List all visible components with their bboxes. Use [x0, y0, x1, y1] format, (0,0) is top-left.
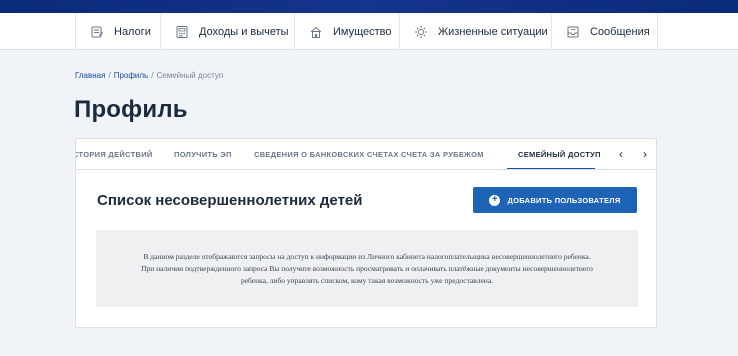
- income-calculator-icon: [176, 25, 188, 38]
- tab-bank-accounts[interactable]: СВЕДЕНИЯ О БАНКОВСКИХ СЧЕТАХ: [254, 139, 399, 169]
- messages-icon: [567, 26, 579, 37]
- tab-action-history[interactable]: СТОРИЯ ДЕЙСТВИЙ: [76, 139, 153, 169]
- main-navigation: Налоги Доходы и вычеты Имущество Жизненн…: [0, 13, 738, 50]
- nav-item-messages[interactable]: Сообщения: [551, 13, 658, 50]
- page-title: Профиль: [74, 96, 188, 123]
- nav-item-label: Налоги: [114, 25, 151, 38]
- add-user-button-label: ДОБАВИТЬ ПОЛЬЗОВАТЕЛЯ: [507, 195, 621, 205]
- life-situations-icon: [415, 25, 427, 38]
- nav-item-income[interactable]: Доходы и вычеты: [160, 13, 294, 50]
- profile-card: СТОРИЯ ДЕЙСТВИЙ ПОЛУЧИТЬ ЭП СВЕДЕНИЯ О Б…: [75, 138, 657, 328]
- top-header-bar: [0, 0, 738, 13]
- nav-item-label: Доходы и вычеты: [199, 25, 289, 38]
- nav-item-label: Жизненные ситуации: [438, 25, 548, 38]
- tabs-prev-arrow-icon[interactable]: ‹: [615, 147, 627, 161]
- nav-item-label: Сообщения: [590, 25, 650, 38]
- tabs-next-arrow-icon[interactable]: ›: [639, 147, 651, 161]
- section-title: Список несовершеннолетних детей: [97, 192, 363, 209]
- breadcrumb-current: Семейный доступ: [156, 71, 224, 80]
- breadcrumb-separator: /: [108, 71, 111, 80]
- breadcrumb: Главная / Профиль / Семейный доступ: [75, 71, 223, 80]
- active-tab-indicator: [507, 168, 595, 169]
- breadcrumb-home-link[interactable]: Главная: [75, 71, 105, 80]
- info-text-line: ребенка, либо управлять списком, кому та…: [240, 275, 494, 285]
- house-icon: [310, 26, 322, 38]
- nav-item-life-situations[interactable]: Жизненные ситуации: [399, 13, 551, 50]
- nav-item-label: Имущество: [333, 25, 392, 38]
- info-text-line: При наличии подтвержденного запроса Вы п…: [141, 263, 593, 273]
- plus-circle-icon: +: [489, 194, 501, 206]
- add-user-button[interactable]: + ДОБАВИТЬ ПОЛЬЗОВАТЕЛЯ: [473, 187, 637, 213]
- nav-item-taxes[interactable]: Налоги: [75, 13, 160, 50]
- info-notice: В данном разделе отображаются запросы на…: [96, 230, 638, 307]
- tab-get-signature[interactable]: ПОЛУЧИТЬ ЭП: [174, 139, 232, 169]
- tab-family-access[interactable]: СЕМЕЙНЫЙ ДОСТУП: [518, 139, 601, 169]
- tab-foreign-accounts[interactable]: СЧЕТА ЗА РУБЕЖОМ: [401, 139, 484, 169]
- nav-item-property[interactable]: Имущество: [294, 13, 399, 50]
- profile-tabs: СТОРИЯ ДЕЙСТВИЙ ПОЛУЧИТЬ ЭП СВЕДЕНИЯ О Б…: [76, 139, 656, 170]
- tax-document-icon: [91, 26, 103, 37]
- breadcrumb-profile-link[interactable]: Профиль: [114, 71, 149, 80]
- breadcrumb-separator: /: [151, 71, 154, 80]
- info-text-line: В данном разделе отображаются запросы на…: [143, 251, 591, 261]
